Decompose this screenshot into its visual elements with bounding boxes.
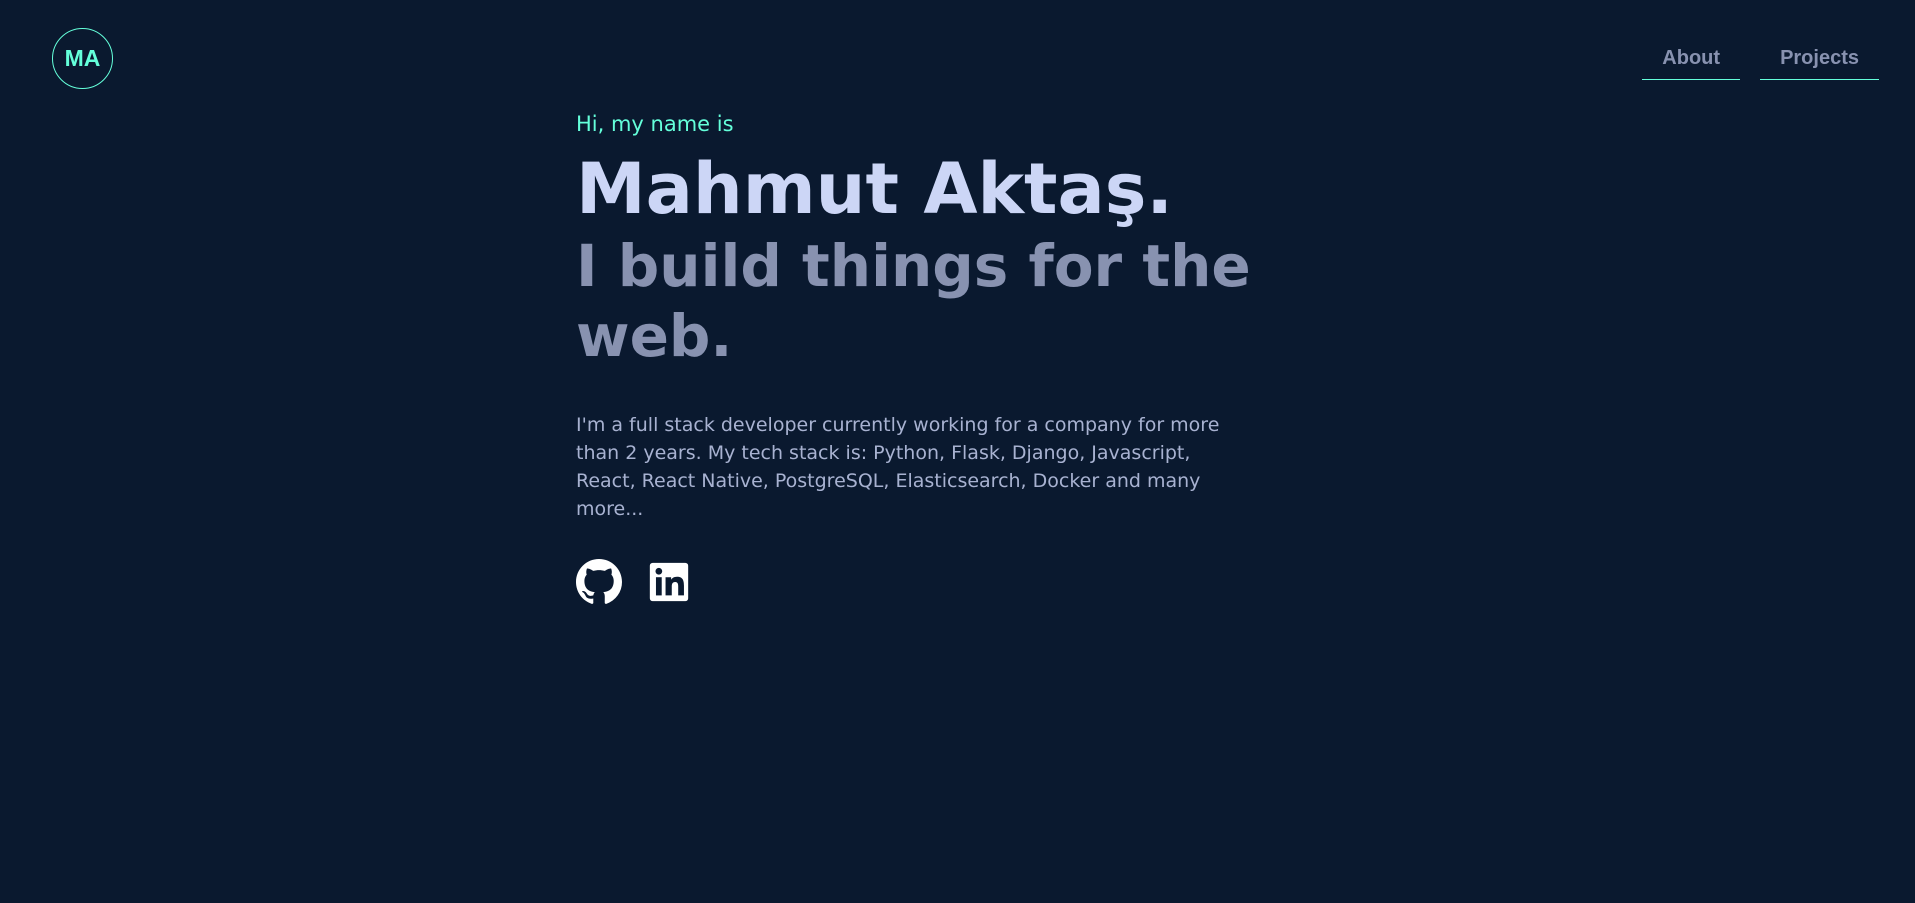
page: MA About Projects Hi, my name is Mahmut … xyxy=(0,0,1915,903)
top-nav: About Projects xyxy=(1642,44,1879,80)
linkedin-icon xyxy=(649,563,689,602)
logo[interactable]: MA xyxy=(52,28,113,89)
github-icon xyxy=(576,559,622,605)
bio-text: I'm a full stack developer currently wor… xyxy=(576,414,1220,521)
hero-section: Hi, my name is Mahmut Aktaş. I build thi… xyxy=(576,112,1376,605)
linkedin-link[interactable] xyxy=(646,559,692,605)
page-title: Mahmut Aktaş. xyxy=(576,148,1174,231)
logo-text: MA xyxy=(64,45,101,71)
nav-link-projects[interactable]: Projects xyxy=(1760,44,1879,80)
tagline: I build things for the web. xyxy=(576,232,1251,370)
social-links xyxy=(576,559,1376,605)
github-link[interactable] xyxy=(576,559,622,605)
nav-link-about[interactable]: About xyxy=(1642,44,1741,80)
greeting-text: Hi, my name is xyxy=(576,112,734,136)
